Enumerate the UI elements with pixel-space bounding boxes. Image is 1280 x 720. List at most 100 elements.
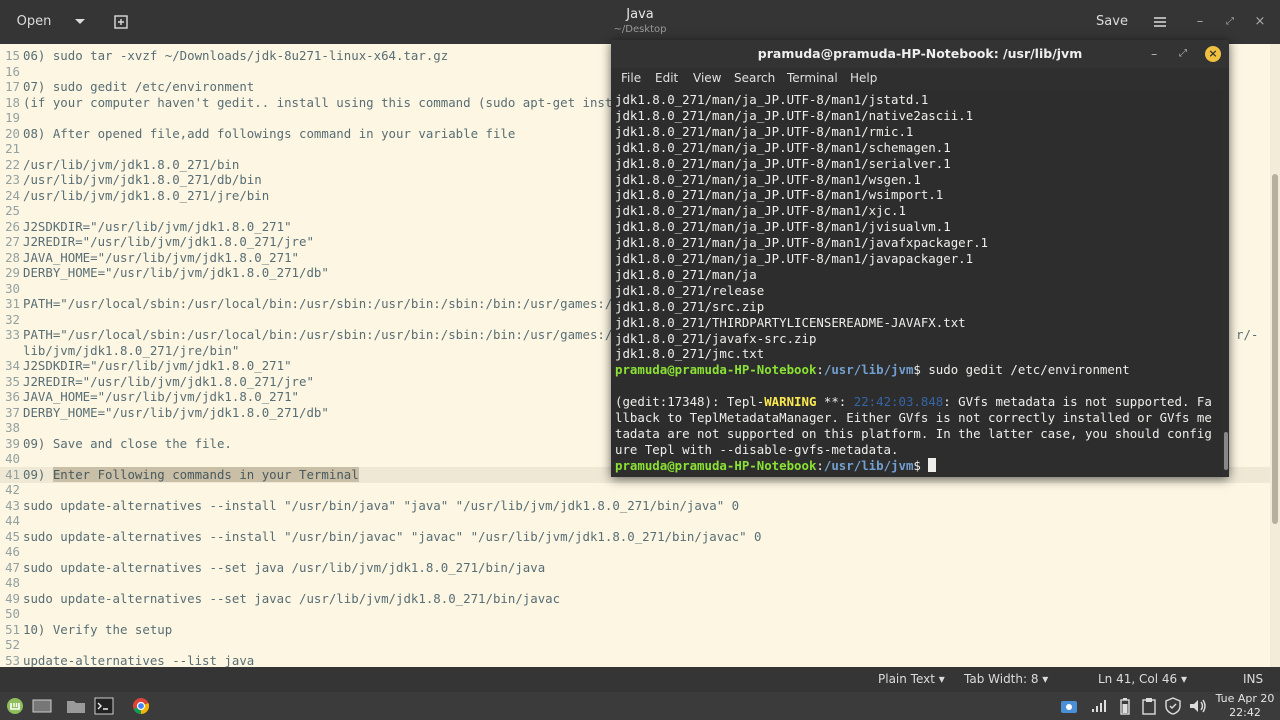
open-menu-chevron-icon[interactable] [70, 8, 90, 36]
chrome-icon[interactable] [132, 697, 152, 715]
line-number: 24 [5, 187, 20, 203]
terminal-minimize-icon[interactable]: – [1151, 40, 1157, 68]
terminal-window[interactable]: pramuda@pramuda-HP-Notebook: /usr/lib/jv… [611, 40, 1229, 477]
line-text: sudo update-alternatives --set javac /us… [23, 591, 560, 607]
line-number: 25 [5, 203, 20, 218]
line-content: J2REDIR="/usr/lib/jvm/jdk1.8.0_271/jre" [23, 373, 314, 389]
terminal-output-line: jdk1.8.0_271/src.zip [615, 298, 765, 314]
warning-prefix: (gedit:17348): Tepl- [615, 394, 765, 410]
terminal-output-line: jdk1.8.0_271/release [615, 282, 765, 298]
clock[interactable]: Tue Apr 20 22:42 [1212, 692, 1278, 720]
line-number: 36 [5, 389, 20, 404]
tab-width-label: Tab Width: 8 [964, 672, 1039, 686]
editor-scrollbar-thumb[interactable] [1272, 174, 1278, 524]
terminal-menu-help[interactable]: Help [850, 71, 877, 85]
terminal-output-line: jdk1.8.0_271/javafx-src.zip [615, 330, 817, 346]
terminal-menubar: File Edit View Search Terminal Help [611, 68, 1229, 90]
line-text: PATH="/usr/local/sbin:/usr/local/bin:/us… [23, 296, 612, 312]
editor-scrollbar[interactable] [1270, 44, 1280, 667]
prompt-path: /usr/lib/jvm [823, 362, 914, 378]
terminal-menu-file[interactable]: File [621, 71, 641, 85]
line-text: J2SDKDIR="/usr/lib/jvm/jdk1.8.0_271" [23, 358, 292, 374]
new-document-icon[interactable] [110, 8, 132, 36]
terminal-menu-search[interactable]: Search [734, 71, 775, 85]
update-shield-icon[interactable] [1164, 697, 1184, 715]
line-number: 18 [5, 94, 20, 110]
volume-tray-icon[interactable] [1188, 697, 1208, 715]
terminal-scrollbar-thumb[interactable] [1224, 432, 1228, 470]
terminal-scrollbar[interactable] [1223, 90, 1229, 477]
line-text: 08) After opened file,add followings com… [23, 126, 515, 142]
terminal-output-line: jdk1.8.0_271/THIRDPARTYLICENSEREADME-JAV… [615, 314, 966, 330]
terminal-output-line: jdk1.8.0_271/man/ja_JP.UTF-8/man1/xjc.1 [615, 203, 906, 219]
line-number: 29 [5, 265, 20, 280]
line-content: 07) sudo gedit /etc/environment [23, 79, 255, 94]
line-number: 50 [5, 606, 20, 621]
line-text: sudo update-alternatives --install "/usr… [23, 498, 739, 514]
network-tray-icon[interactable] [1090, 697, 1110, 715]
line-number: 41 [5, 466, 20, 482]
line-number: 45 [5, 528, 20, 544]
terminal-close-icon[interactable]: × [1205, 46, 1221, 62]
document-path: ~/Desktop [613, 24, 667, 35]
terminal-menu-view[interactable]: View [693, 71, 721, 85]
line-text: sudo update-alternatives --install "/usr… [23, 529, 762, 545]
terminal-prompt-line: pramuda@pramuda-HP-Notebook:/usr/lib/jvm… [615, 362, 1130, 378]
line-number: 53 [5, 652, 20, 668]
prompt-sign: $ [913, 457, 921, 473]
terminal-titlebar[interactable]: pramuda@pramuda-HP-Notebook: /usr/lib/jv… [611, 40, 1229, 68]
line-number: 42 [5, 482, 20, 497]
tab-width-selector[interactable]: Tab Width: 8 ▾ [964, 672, 1048, 687]
terminal-output-line: jdk1.8.0_271/man/ja [615, 266, 757, 282]
gedit-header-bar: Open Java ~/Desktop Save – ⤢ × [0, 0, 1280, 44]
clipboard-tray-icon[interactable] [1140, 697, 1160, 715]
language-selector[interactable]: Plain Text ▾ [878, 672, 945, 687]
maximize-icon[interactable]: ⤢ [1222, 8, 1238, 36]
terminal-output-line: jdk1.8.0_271/man/ja_JP.UTF-8/man1/jvisua… [615, 219, 951, 235]
close-icon[interactable]: × [1252, 8, 1268, 36]
cursor-position[interactable]: Ln 41, Col 46 ▾ [1098, 672, 1187, 687]
line-content: sudo update-alternatives --install "/usr… [23, 497, 740, 513]
line-number: 49 [5, 590, 20, 606]
terminal-menu-edit[interactable]: Edit [655, 71, 678, 85]
line-text: DERBY_HOME="/usr/lib/jvm/jdk1.8.0_271/db… [23, 405, 329, 421]
terminal-output-line: jdk1.8.0_271/man/ja_JP.UTF-8/man1/jstatd… [615, 92, 929, 107]
line-text: 10) Verify the setup [23, 622, 172, 638]
line-content: DERBY_HOME="/usr/lib/jvm/jdk1.8.0_271/db… [23, 265, 329, 280]
terminal-cursor [928, 457, 937, 472]
battery-tray-icon[interactable] [1116, 697, 1136, 715]
prompt-colon: : [816, 457, 824, 473]
line-text: /usr/lib/jvm/jdk1.8.0_271/bin [23, 157, 239, 173]
line-number: 32 [5, 311, 20, 327]
show-desktop-icon[interactable] [32, 697, 52, 715]
line-content: sudo update-alternatives --install "/usr… [23, 528, 762, 544]
line-content: 09) [23, 466, 53, 482]
line-content: update-alternatives --list java [23, 652, 255, 668]
line-text: update-alternatives --list java [23, 653, 254, 668]
line-number: 23 [5, 172, 20, 187]
line-text: 06) sudo tar -xvzf ~/Downloads/jdk-8u271… [23, 48, 448, 64]
line-content: PATH="/usr/local/sbin:/usr/local/bin:/us… [23, 327, 613, 342]
line-number: 47 [5, 559, 20, 575]
line-number: 33 [5, 327, 20, 342]
mint-menu-icon[interactable] [6, 697, 26, 715]
files-icon[interactable] [66, 697, 86, 715]
open-button[interactable]: Open [8, 8, 60, 36]
screenshot-tray-icon[interactable] [1060, 697, 1080, 715]
terminal-app-icon[interactable] [94, 697, 114, 715]
line-number: 38 [5, 420, 20, 435]
line-number: 15 [5, 48, 20, 63]
minimize-icon[interactable]: – [1192, 8, 1208, 36]
terminal-menu-terminal[interactable]: Terminal [787, 71, 838, 85]
line-number: 39 [5, 435, 20, 451]
hamburger-menu-icon[interactable] [1150, 8, 1170, 36]
prompt-user: pramuda@pramuda-HP-Notebook [615, 457, 817, 473]
line-text: J2REDIR="/usr/lib/jvm/jdk1.8.0_271/jre" [23, 374, 314, 390]
terminal-output[interactable]: jdk1.8.0_271/man/ja_JP.UTF-8/man1/jstatd… [611, 90, 1223, 477]
clock-date: Tue Apr 20 [1215, 692, 1275, 705]
line-content: 10) Verify the setup [23, 621, 173, 637]
terminal-warning-line: ure Tepl with --disable-gvfs-metadata. [615, 441, 899, 457]
terminal-output-line: jdk1.8.0_271/man/ja_JP.UTF-8/man1/native… [615, 107, 974, 123]
save-button[interactable]: Save [1092, 8, 1132, 36]
terminal-maximize-icon[interactable]: ⤢ [1179, 40, 1187, 68]
